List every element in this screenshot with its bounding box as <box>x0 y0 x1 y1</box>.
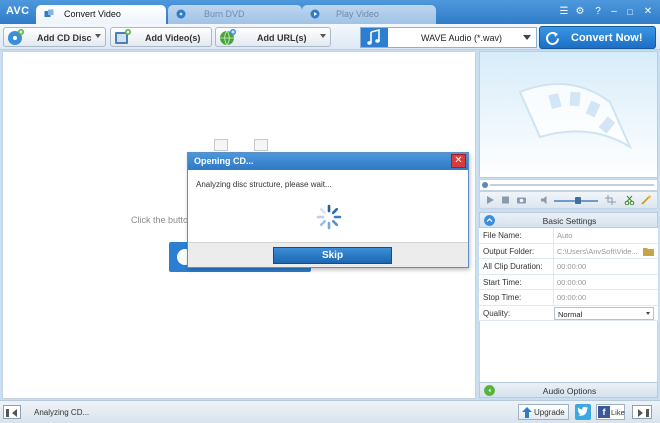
status-text: Analyzing CD... <box>34 408 90 417</box>
convert-now-button[interactable]: Convert Now! <box>539 26 656 49</box>
tab-convert-video[interactable]: Convert Video <box>36 5 166 24</box>
dialog-footer: Skip <box>188 242 468 267</box>
add-urls-label: Add URL(s) <box>257 33 307 43</box>
add-cd-icon <box>8 29 24 45</box>
dialog-title-bar: Opening CD... ✕ <box>188 153 468 170</box>
ghost-icon <box>254 139 268 151</box>
maximize-icon[interactable]: □ <box>623 6 637 18</box>
output-format-select[interactable]: WAVE Audio (*.wav) <box>360 27 537 48</box>
stop-icon[interactable] <box>500 195 511 205</box>
output-folder-value[interactable]: C:\Users\AnvSoft\Vide... <box>553 243 641 259</box>
ghost-icon <box>214 139 228 151</box>
setting-key: Output Folder: <box>483 246 535 256</box>
quality-select[interactable]: Normal <box>554 306 654 320</box>
close-icon[interactable]: ✕ <box>641 6 655 18</box>
chevron-down-icon <box>523 35 531 40</box>
playback-controls <box>479 191 658 209</box>
add-videos-button[interactable]: Add Video(s) <box>110 27 212 47</box>
setting-row-stop-time: Stop Time: 00:00:00 <box>479 290 658 306</box>
convert-now-label: Convert Now! <box>571 32 643 44</box>
opening-cd-dialog: Opening CD... ✕ Analyzing disc structure… <box>187 152 469 268</box>
empty-list-hint: Click the butto <box>131 215 189 225</box>
loading-spinner-icon <box>316 204 342 230</box>
settings-empty-area <box>479 321 658 382</box>
crop-icon[interactable] <box>605 195 616 205</box>
play-icon <box>310 9 320 19</box>
tab-label: Burn DVD <box>204 9 245 19</box>
tab-label: Play Video <box>336 9 379 19</box>
dialog-message: Analyzing disc structure, please wait... <box>196 180 332 189</box>
seek-slider[interactable] <box>479 179 658 191</box>
upgrade-label: Upgrade <box>534 408 565 417</box>
setting-key: Stop Time: <box>483 293 522 302</box>
app-logo: AVC <box>6 5 30 17</box>
setting-row-output-folder: Output Folder: C:\Users\AnvSoft\Vide... <box>479 243 658 259</box>
upgrade-button[interactable]: Upgrade <box>518 404 569 420</box>
music-note-icon <box>361 28 388 47</box>
toolbar: Add CD Disc Add Video(s) Add URL(s) WAVE… <box>0 24 660 50</box>
setting-row-quality: Quality: Normal <box>479 305 658 321</box>
basic-settings-header[interactable]: Basic Settings <box>479 212 658 228</box>
skip-button[interactable]: Skip <box>273 247 392 264</box>
audio-options-title: Audio Options <box>542 386 597 396</box>
minimize-icon[interactable]: – <box>607 6 621 18</box>
status-bar: Analyzing CD... Upgrade f Like <box>0 400 660 423</box>
add-cd-disc-button[interactable]: Add CD Disc <box>3 27 106 47</box>
tab-play-video[interactable]: Play Video <box>302 5 436 24</box>
chevron-down-icon <box>320 34 326 38</box>
add-video-icon <box>115 29 131 44</box>
dialog-title: Opening CD... <box>194 156 254 166</box>
setting-key: Start Time: <box>483 277 522 287</box>
play-icon[interactable] <box>485 195 496 205</box>
disc-icon <box>176 9 186 19</box>
start-time-value[interactable]: 00:00:00 <box>553 274 657 290</box>
basic-settings-table: File Name: Auto Output Folder: C:\Users\… <box>479 228 658 321</box>
facebook-icon: f <box>598 406 610 418</box>
film-strip-logo-icon <box>518 83 633 150</box>
volume-icon[interactable] <box>540 195 551 205</box>
magic-wand-icon[interactable] <box>641 195 652 205</box>
audio-options-header[interactable]: Audio Options <box>479 382 658 398</box>
tab-burn-dvd[interactable]: Burn DVD <box>168 5 302 24</box>
add-cd-disc-label: Add CD Disc <box>37 33 92 43</box>
snapshot-icon[interactable] <box>516 195 527 205</box>
add-videos-label: Add Video(s) <box>145 33 201 43</box>
setting-key: All Clip Duration: <box>483 262 543 271</box>
chevron-down-icon <box>95 34 101 38</box>
setting-row-file-name: File Name: Auto <box>479 228 658 244</box>
chevron-down-icon <box>646 311 650 315</box>
setting-key: Quality: <box>483 308 511 318</box>
quality-value: Normal <box>558 309 583 319</box>
menu-icon[interactable]: ☰ <box>557 6 571 18</box>
seek-handle[interactable] <box>482 182 488 188</box>
dialog-close-button[interactable]: ✕ <box>451 154 466 168</box>
arrow-up-icon <box>522 407 532 418</box>
setting-row-duration: All Clip Duration: 00:00:00 <box>479 259 658 275</box>
refresh-icon <box>546 31 559 45</box>
tab-label: Convert Video <box>64 9 121 19</box>
video-preview <box>479 51 658 178</box>
duration-value: 00:00:00 <box>553 259 657 274</box>
title-bar: AVC Convert Video Burn DVD Play Video ☰ … <box>0 0 660 24</box>
output-format-value: WAVE Audio (*.wav) <box>421 33 503 43</box>
stop-time-value[interactable]: 00:00:00 <box>553 290 657 305</box>
seek-track <box>490 184 654 186</box>
volume-handle[interactable] <box>575 197 581 204</box>
settings-icon[interactable]: ⚙ <box>573 6 587 18</box>
like-label: Like <box>611 408 625 417</box>
setting-key: File Name: <box>483 231 522 240</box>
convert-video-icon <box>44 9 54 17</box>
twitter-icon[interactable] <box>575 404 591 420</box>
scissors-icon[interactable] <box>624 195 635 205</box>
basic-settings-title: Basic Settings <box>542 216 597 226</box>
folder-icon[interactable] <box>643 247 654 256</box>
toggle-panel-icon[interactable] <box>632 405 652 419</box>
toggle-list-icon[interactable] <box>3 405 21 419</box>
add-url-globe-icon <box>220 29 236 46</box>
add-urls-button[interactable]: Add URL(s) <box>215 27 331 47</box>
facebook-like-button[interactable]: f Like <box>596 404 625 420</box>
help-icon[interactable]: ? <box>591 6 605 18</box>
setting-row-start-time: Start Time: 00:00:00 <box>479 274 658 290</box>
file-name-value[interactable]: Auto <box>553 228 657 243</box>
